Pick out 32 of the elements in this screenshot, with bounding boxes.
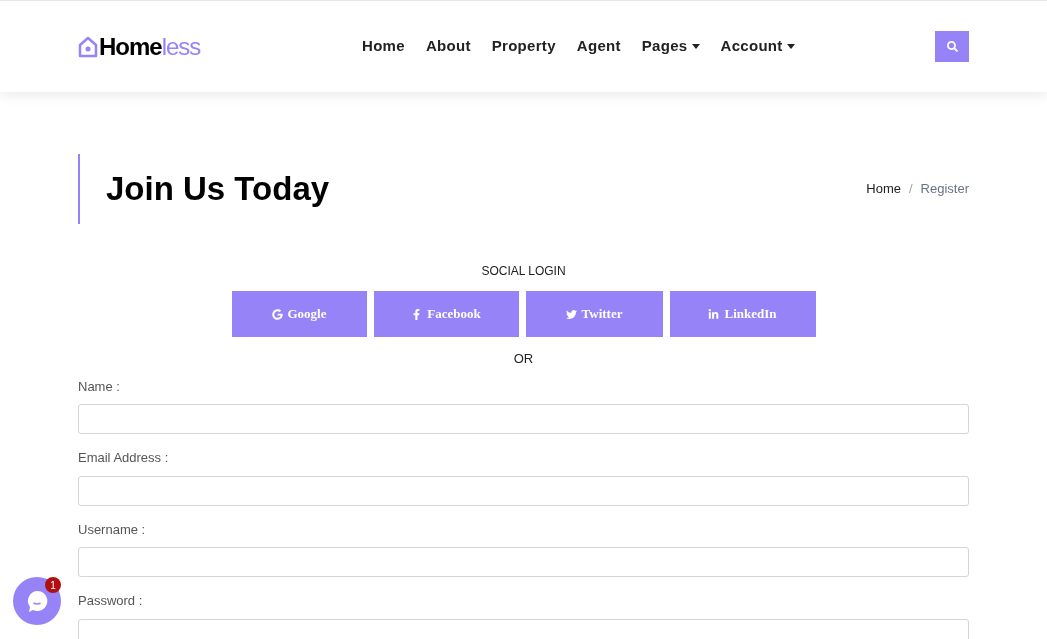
nav-link[interactable]: Account bbox=[720, 35, 795, 58]
chat-button[interactable] bbox=[13, 577, 61, 625]
nav-link[interactable]: Agent bbox=[576, 35, 621, 58]
notification-badge: 1 bbox=[45, 577, 61, 593]
search-button[interactable] bbox=[935, 31, 969, 62]
input-field[interactable] bbox=[78, 404, 969, 434]
field-label: Username : bbox=[78, 520, 147, 539]
field-label: Name : bbox=[78, 377, 121, 396]
page-title: Join Us Today bbox=[106, 169, 330, 210]
logo-wordmark[interactable]: Homeless bbox=[99, 34, 201, 59]
nav-link[interactable]: Home bbox=[362, 35, 405, 58]
input-field[interactable] bbox=[78, 475, 969, 506]
or-divider-text: OR bbox=[513, 350, 534, 368]
google-icon bbox=[271, 308, 283, 320]
caret-icon bbox=[786, 44, 795, 49]
nav-link[interactable]: Property bbox=[491, 35, 556, 58]
field-label: Email Address : bbox=[78, 449, 170, 467]
search-icon bbox=[946, 41, 958, 52]
twitter-icon bbox=[565, 308, 577, 320]
house-icon bbox=[78, 35, 98, 58]
linkedin-icon bbox=[708, 308, 720, 320]
field-label: Password : bbox=[78, 592, 144, 610]
nav-link[interactable]: Pages bbox=[641, 35, 700, 58]
breadcrumb-link[interactable]: Home bbox=[866, 179, 901, 199]
chat-bubble-icon bbox=[25, 589, 49, 613]
breadcrumb-separator: / bbox=[908, 180, 913, 199]
caret-icon bbox=[691, 44, 700, 49]
social-login-heading: SOCIAL LOGIN bbox=[481, 263, 566, 280]
breadcrumb-link[interactable]: Register bbox=[920, 179, 969, 199]
input-field[interactable] bbox=[78, 547, 969, 577]
nav-link[interactable]: About bbox=[425, 35, 471, 58]
input-field[interactable] bbox=[78, 618, 969, 639]
